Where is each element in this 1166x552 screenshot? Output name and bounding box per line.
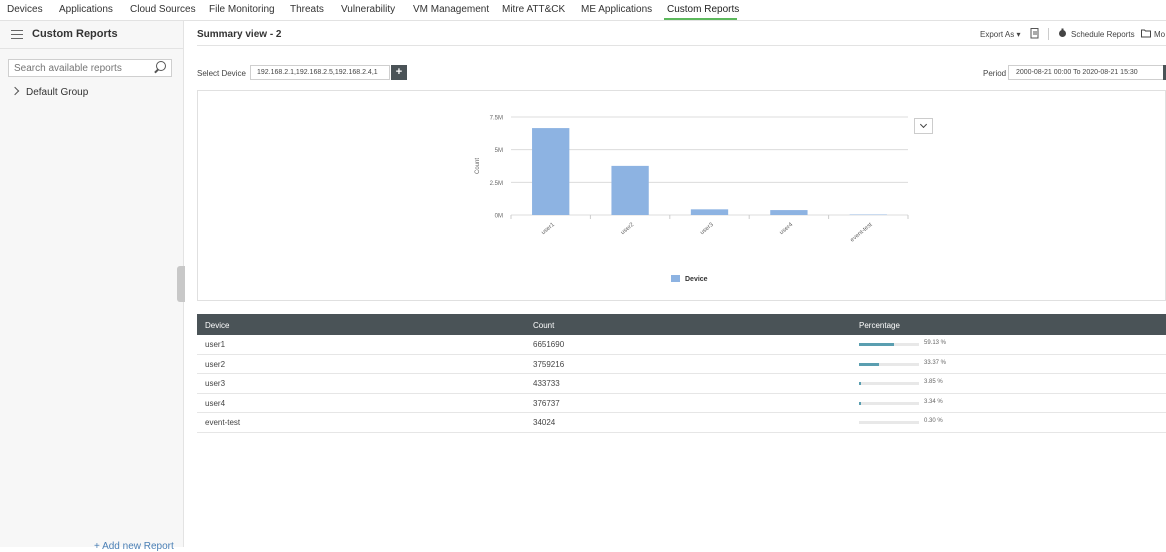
cell-percentage: 0.30 % [924,418,943,424]
search-reports-input[interactable] [8,59,172,77]
percentage-bar-fill [859,343,894,346]
sidebar-item-default-group[interactable]: Default Group [12,87,88,98]
more-button[interactable]: Mo [1154,30,1165,39]
cell-device: user4 [205,399,225,408]
header-percentage[interactable]: Percentage [859,321,900,330]
chart-panel [197,90,1166,301]
cell-percentage: 33.37 % [924,360,946,366]
export-as-button[interactable]: Export As ▾ [980,30,1020,39]
sidebar: Custom Reports Default Group + Add new R… [0,21,184,547]
sidebar-collapse-handle[interactable] [177,266,185,302]
sidebar-title: Custom Reports [32,28,118,40]
table-row: event-test 34024 0.30 % [197,413,1166,433]
header-divider [197,45,1166,46]
percentage-bar [859,382,919,385]
tab-threats[interactable]: Threats [290,4,324,15]
cell-device: user1 [205,340,225,349]
percentage-bar [859,421,919,424]
cell-device: event-test [205,418,240,427]
cell-percentage: 3.34 % [924,399,943,405]
table-row: user4 376737 3.34 % [197,394,1166,414]
tab-vulnerability[interactable]: Vulnerability [341,4,395,15]
page-title: Summary view - 2 [197,29,281,40]
tab-vm-management[interactable]: VM Management [413,4,489,15]
percentage-bar [859,363,919,366]
toolbar-divider [1048,28,1049,40]
tab-cloud-sources[interactable]: Cloud Sources [130,4,196,15]
tab-me-applications[interactable]: ME Applications [581,4,652,15]
cell-count: 6651690 [533,340,564,349]
top-navigation: Devices Applications Cloud Sources File … [0,0,1166,21]
percentage-bar [859,402,919,405]
pdf-export-icon[interactable] [1030,28,1040,41]
search-icon[interactable] [156,61,166,71]
schedule-reports-icon [1058,28,1067,40]
cell-device: user3 [205,379,225,388]
tab-file-monitoring[interactable]: File Monitoring [209,4,275,15]
table-row: user3 433733 3.85 % [197,374,1166,394]
cell-count: 34024 [533,418,555,427]
folder-icon [1141,28,1151,40]
percentage-bar-fill [859,382,861,385]
schedule-reports-button[interactable]: Schedule Reports [1071,30,1135,39]
header-device[interactable]: Device [205,321,229,330]
cell-count: 3759216 [533,360,564,369]
percentage-bar-fill [859,402,861,405]
period-field[interactable]: 2000-08-21 00:00 To 2020-08-21 15:30 [1008,65,1164,80]
percentage-bar-fill [859,363,879,366]
cell-device: user2 [205,360,225,369]
table-header: Device Count Percentage [197,314,1166,335]
cell-percentage: 3.85 % [924,379,943,385]
table-row: user2 3759216 33.37 % [197,355,1166,375]
cell-count: 433733 [533,379,560,388]
group-label: Default Group [26,87,88,98]
sidebar-divider [0,48,183,49]
chart-options-button[interactable] [914,118,933,134]
cell-count: 376737 [533,399,560,408]
active-tab-indicator [664,18,737,20]
tab-mitre-attack[interactable]: Mitre ATT&CK [502,4,565,15]
header-count[interactable]: Count [533,321,554,330]
tab-applications[interactable]: Applications [59,4,113,15]
chevron-right-icon [11,87,19,95]
hamburger-menu-icon[interactable] [11,30,23,39]
add-device-button[interactable]: + [391,65,407,80]
tab-devices[interactable]: Devices [7,4,43,15]
select-device-label: Select Device [197,69,246,78]
cell-percentage: 59.13 % [924,340,946,346]
device-select-field[interactable]: 192.168.2.1,192.168.2.5,192.168.2.4,1 [250,65,390,80]
tab-custom-reports[interactable]: Custom Reports [667,4,739,15]
chevron-down-icon [920,121,927,128]
table-row: user1 6651690 59.13 % [197,335,1166,355]
percentage-bar [859,343,919,346]
period-label: Period [983,69,1006,78]
report-table: Device Count Percentage user1 6651690 59.1… [197,314,1166,433]
